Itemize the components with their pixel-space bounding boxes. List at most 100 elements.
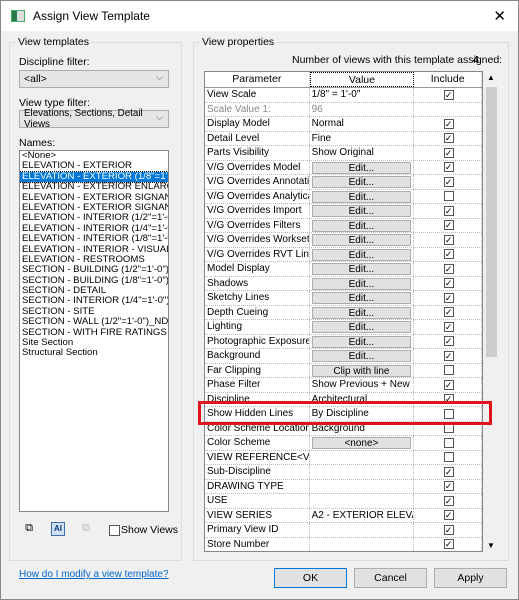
include-checkbox[interactable]: ✓ [443, 292, 454, 303]
parameter-cell: Shadows [205, 276, 310, 290]
edit-button[interactable]: Edit... [311, 292, 412, 304]
edit-button[interactable]: Edit... [311, 248, 412, 261]
include-checkbox[interactable]: ✓ [443, 263, 454, 274]
edit-button[interactable]: Edit... [311, 205, 412, 217]
value-cell[interactable]: Edit... [310, 262, 415, 276]
list-item[interactable]: Structural Section [20, 348, 168, 359]
table-row: VIEW REFERENCE<View [205, 450, 482, 465]
value-cell[interactable]: Edit... [310, 175, 415, 189]
scrollbar-thumb[interactable] [486, 87, 497, 357]
include-checkbox[interactable]: ✓ [443, 336, 454, 347]
scroll-down-icon[interactable]: ▼ [487, 541, 495, 550]
discipline-filter-select[interactable]: <all> ⌵ [19, 70, 169, 88]
show-views-checkbox[interactable] [109, 525, 120, 536]
value-cell[interactable] [310, 523, 415, 537]
value-cell[interactable]: 1/8" = 1'-0" [310, 88, 415, 102]
value-cell[interactable]: Edit... [310, 320, 415, 334]
value-cell[interactable]: Edit... [310, 218, 415, 232]
edit-button[interactable]: Edit... [311, 350, 412, 362]
edit-button[interactable]: Edit... [311, 161, 412, 174]
scroll-up-icon[interactable]: ▲ [487, 73, 495, 82]
value-cell[interactable]: Edit... [310, 204, 415, 218]
table-row: Sketchy Lines Edit... ✓ [205, 291, 482, 306]
edit-button[interactable]: Clip with line [311, 364, 412, 377]
edit-button[interactable]: Edit... [311, 234, 412, 246]
value-cell[interactable]: Edit... [310, 189, 415, 203]
edit-button[interactable]: Edit... [311, 219, 412, 232]
value-cell[interactable]: Show Original [310, 146, 415, 160]
chevron-down-icon: ⌵ [156, 72, 163, 82]
value-cell[interactable]: Edit... [310, 233, 415, 247]
ok-button[interactable]: OK [274, 568, 347, 588]
include-checkbox[interactable]: ✓ [443, 466, 454, 477]
edit-button[interactable]: Edit... [311, 321, 412, 333]
value-cell[interactable] [310, 450, 415, 464]
value-cell[interactable] [310, 494, 415, 508]
parameter-cell: V/G Overrides Model [205, 160, 310, 174]
column-header-value[interactable]: Value [309, 72, 415, 87]
include-checkbox[interactable]: ✓ [443, 147, 454, 158]
include-checkbox[interactable]: ✓ [443, 278, 454, 289]
value-cell[interactable]: Edit... [310, 305, 415, 319]
help-link[interactable]: How do I modify a view template? [19, 569, 169, 580]
value-cell[interactable]: Edit... [310, 276, 415, 290]
value-cell[interactable]: <none> [310, 436, 415, 450]
edit-button[interactable]: Edit... [311, 190, 412, 203]
value-cell[interactable] [310, 479, 415, 493]
edit-button[interactable]: Edit... [311, 306, 412, 319]
column-header-include[interactable]: Include [414, 72, 482, 87]
include-checkbox[interactable]: ✓ [443, 510, 454, 521]
value-cell[interactable]: 96 [310, 102, 415, 116]
edit-button[interactable]: Edit... [311, 335, 412, 348]
edit-button[interactable]: Edit... [311, 277, 412, 290]
edit-button[interactable]: <none> [311, 437, 412, 449]
include-checkbox[interactable]: ✓ [443, 176, 454, 187]
value-cell[interactable]: Edit... [310, 247, 415, 261]
value-cell[interactable]: Edit... [310, 349, 415, 363]
rename-icon[interactable]: AI [51, 522, 65, 536]
view-type-filter-select[interactable]: Elevations, Sections, Detail Views ⌵ [19, 108, 169, 130]
include-checkbox[interactable]: ✓ [443, 495, 454, 506]
value-cell[interactable]: Edit... [310, 160, 415, 174]
include-checkbox[interactable]: ✓ [443, 234, 454, 245]
include-checkbox[interactable]: ✓ [443, 307, 454, 318]
include-checkbox[interactable]: ✓ [443, 539, 454, 550]
value-cell[interactable]: Clip with line [310, 363, 415, 377]
edit-button[interactable]: Edit... [311, 176, 412, 188]
value-cell[interactable]: A2 - EXTERIOR ELEVATI [310, 508, 415, 522]
include-checkbox[interactable]: ✓ [443, 379, 454, 390]
list-item[interactable]: ELEVATION - EXTERIOR ENLARGED (1 [20, 181, 168, 192]
column-header-parameter[interactable]: Parameter [205, 72, 310, 87]
include-checkbox[interactable]: ✓ [443, 118, 454, 129]
include-checkbox[interactable]: ✓ [443, 89, 454, 100]
duplicate-icon[interactable]: ⧉ [22, 522, 36, 536]
value-cell[interactable]: Show Previous + New [310, 378, 415, 392]
include-checkbox[interactable] [443, 191, 454, 202]
value-cell[interactable] [310, 537, 415, 551]
value-cell[interactable]: Edit... [310, 334, 415, 348]
close-icon[interactable]: ✕ [493, 7, 506, 25]
edit-button[interactable]: Edit... [311, 263, 412, 275]
table-row: V/G Overrides Annotati Edit... ✓ [205, 175, 482, 190]
include-checkbox[interactable]: ✓ [443, 220, 454, 231]
value-cell[interactable] [310, 465, 415, 479]
cancel-button[interactable]: Cancel [354, 568, 427, 588]
list-item[interactable]: ELEVATION - INTERIOR (1/8"=1'-0")_ [20, 233, 168, 244]
names-list[interactable]: <None> ELEVATION - EXTERIOR ELEVATION - EX… [19, 150, 169, 512]
include-checkbox[interactable]: ✓ [443, 524, 454, 535]
vertical-scrollbar[interactable]: ▲ ▼ [484, 71, 499, 552]
include-checkbox[interactable]: ✓ [443, 162, 454, 173]
include-checkbox[interactable]: ✓ [443, 205, 454, 216]
include-checkbox[interactable]: ✓ [443, 321, 454, 332]
value-cell[interactable]: Normal [310, 117, 415, 131]
value-cell[interactable]: Edit... [310, 291, 415, 305]
include-checkbox[interactable] [443, 365, 454, 376]
include-checkbox[interactable]: ✓ [443, 249, 454, 260]
include-checkbox[interactable]: ✓ [443, 481, 454, 492]
include-checkbox[interactable]: ✓ [443, 350, 454, 361]
include-checkbox[interactable] [443, 452, 454, 463]
apply-button[interactable]: Apply [434, 568, 507, 588]
include-checkbox[interactable]: ✓ [443, 133, 454, 144]
include-checkbox[interactable] [443, 437, 454, 448]
value-cell[interactable]: Fine [310, 131, 415, 145]
